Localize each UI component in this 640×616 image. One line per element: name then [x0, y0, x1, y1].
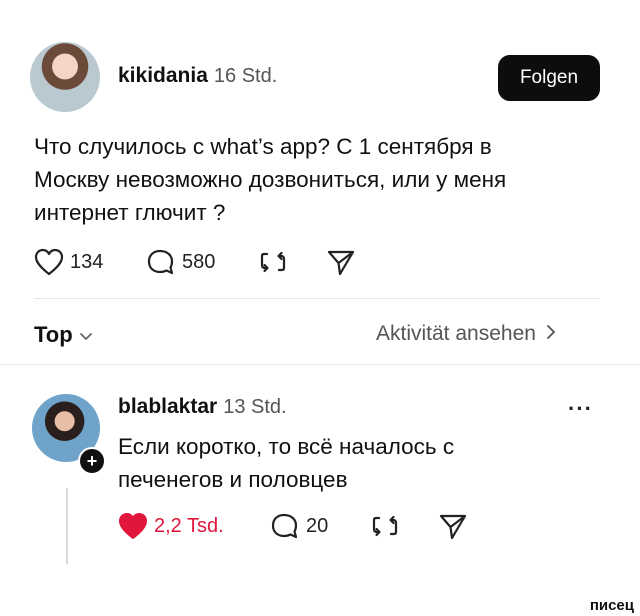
follow-button[interactable]: Folgen [498, 55, 600, 101]
post-time: 16 Std. [213, 65, 278, 87]
repost-button[interactable] [258, 248, 288, 276]
divider [0, 364, 640, 365]
chevron-down-icon [79, 322, 93, 348]
reply-text: Если коротко, то всё началось с печенего… [118, 430, 588, 496]
repost-icon [370, 512, 400, 540]
reply-header: blablaktar 13 Std. [118, 395, 287, 419]
comment-button[interactable]: 580 [146, 248, 215, 276]
sort-dropdown[interactable]: Top [34, 322, 93, 348]
reply-comment-button[interactable]: 20 [270, 512, 328, 540]
follow-plus-icon[interactable]: + [78, 447, 106, 475]
divider [34, 298, 600, 299]
view-activity-link[interactable]: Aktivität ansehen [376, 322, 556, 346]
post-header: kikidania 16 Std. [118, 64, 277, 88]
like-count: 134 [70, 250, 104, 273]
reply-time: 13 Std. [223, 396, 287, 418]
reply-username[interactable]: blablaktar [118, 395, 217, 419]
sort-label: Top [34, 322, 73, 347]
reply-share-button[interactable] [438, 512, 468, 540]
reply-repost-button[interactable] [370, 512, 400, 540]
reply-like-button[interactable]: 2,2 Tsd. [118, 512, 224, 540]
send-icon [438, 512, 468, 540]
repost-icon [258, 248, 288, 276]
heart-filled-icon [118, 512, 148, 540]
comment-icon [270, 512, 300, 540]
reply-text-line: Если коротко, то всё началось с [118, 434, 455, 459]
send-icon [326, 248, 356, 276]
reply-like-count: 2,2 Tsd. [154, 514, 224, 537]
watermark: писец [589, 597, 634, 614]
share-button[interactable] [326, 248, 356, 276]
reply-comment-count: 20 [306, 514, 329, 537]
heart-icon [34, 248, 64, 276]
post-text: Что случилось с what’s app? С 1 сентября… [34, 130, 614, 229]
post-text-line: Что случилось с what’s app? С 1 сентября… [34, 134, 492, 159]
comment-count: 580 [182, 250, 216, 273]
more-options-icon[interactable]: ··· [568, 396, 593, 422]
activity-label: Aktivität ansehen [376, 322, 536, 345]
like-button[interactable]: 134 [34, 248, 103, 276]
post-username[interactable]: kikidania [118, 64, 208, 88]
reply-text-line: печенегов и половцев [118, 467, 348, 492]
thread-line [66, 488, 68, 564]
post-text-line: Москву невозможно дозвониться, или у мен… [34, 167, 507, 192]
avatar[interactable] [30, 42, 100, 112]
chevron-right-icon [546, 322, 556, 346]
comment-icon [146, 248, 176, 276]
post-text-line: интернет глючит ? [34, 200, 226, 225]
